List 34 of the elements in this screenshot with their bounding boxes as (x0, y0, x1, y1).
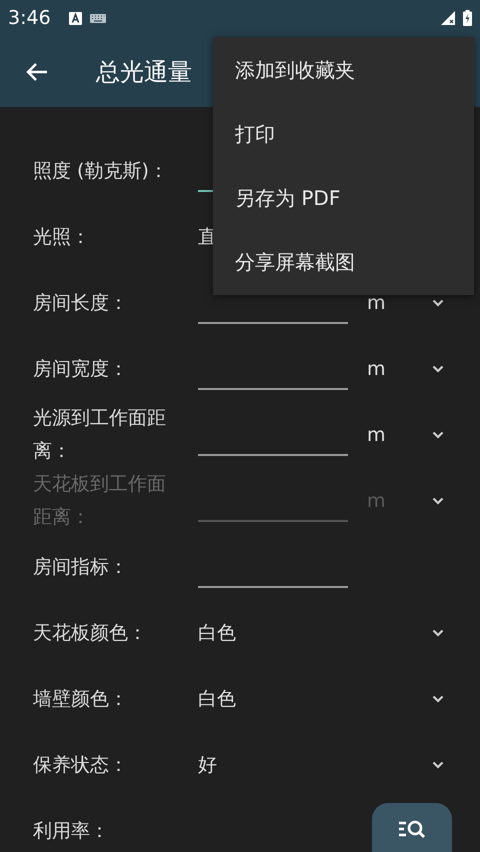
menu-item[interactable]: 分享屏幕截图 (213, 230, 474, 294)
chevron-down-icon[interactable] (432, 761, 444, 769)
signal-icon (441, 11, 455, 25)
field-label: 利用率： (33, 818, 110, 844)
notification-icon (68, 12, 82, 24)
field-label: 墙壁颜色： (33, 686, 129, 712)
back-arrow-icon[interactable] (26, 62, 48, 82)
field-label: 光照： (33, 224, 91, 250)
dropdown-value[interactable]: 白色 (198, 620, 403, 646)
field-label: 光源到工作面距离： (33, 406, 167, 464)
chevron-down-icon[interactable] (432, 299, 444, 307)
field-label: 房间宽度： (33, 356, 129, 382)
menu-item[interactable]: 添加到收藏夹 (213, 38, 474, 102)
field-label: 房间长度： (33, 290, 129, 316)
dropdown-value[interactable]: 好 (198, 752, 403, 778)
field-label: 房间指标： (33, 554, 129, 580)
unit-label[interactable]: m (367, 358, 403, 380)
chevron-down-icon[interactable] (432, 365, 444, 373)
field-label: 保养状态： (33, 752, 129, 778)
battery-icon (463, 10, 472, 26)
status-time: 3:46 (8, 7, 51, 29)
keyboard-icon (90, 14, 106, 22)
unit-label[interactable]: m (367, 424, 403, 446)
field-label: 照度 (勒克斯)： (33, 158, 169, 184)
unit-label[interactable]: m (367, 292, 403, 314)
screen-title: 总光通量 (96, 56, 192, 88)
field-label: 天花板颜色： (33, 620, 148, 646)
chevron-down-icon[interactable] (432, 431, 444, 439)
menu-item[interactable]: 另存为 PDF (213, 166, 474, 230)
field-label: 天花板到工作面距离： (33, 472, 167, 530)
dropdown-value[interactable]: 白色 (198, 686, 403, 712)
chevron-down-icon[interactable] (432, 695, 444, 703)
chevron-down-icon[interactable] (432, 629, 444, 637)
menu-item[interactable]: 打印 (213, 102, 474, 166)
